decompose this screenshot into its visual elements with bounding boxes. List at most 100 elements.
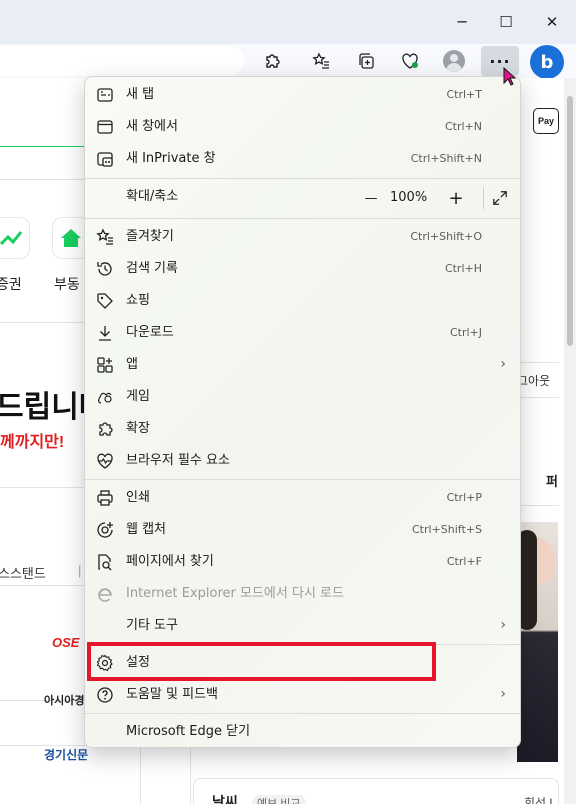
news-photo[interactable] <box>517 522 558 762</box>
scrollbar-thumb[interactable] <box>567 96 573 346</box>
logout-link[interactable]: 그아웃 <box>517 372 550 389</box>
web-capture-icon <box>96 521 114 539</box>
menu-label: 페이지에서 찾기 <box>126 554 214 569</box>
maximize-button[interactable]: ☐ <box>491 8 521 36</box>
menu-label: Microsoft Edge 닫기 <box>126 724 251 739</box>
menu-item-new-inprivate[interactable]: 새 InPrivate 창 Ctrl+Shift+N <box>85 144 520 174</box>
menu-separator <box>85 178 520 179</box>
weather-badge[interactable]: 예보 비교 <box>252 795 306 804</box>
copilot-icon: b <box>540 51 554 73</box>
divider <box>519 505 559 506</box>
menu-label: 새 창에서 <box>126 119 178 134</box>
menu-label: 기타 도구 <box>126 618 178 633</box>
tab-label[interactable]: 퍼 <box>546 471 558 490</box>
favorites-icon <box>96 228 114 246</box>
chevron-right-icon: › <box>500 617 506 633</box>
close-icon: ✕ <box>545 13 559 31</box>
menu-item-web-capture[interactable]: 웹 캡처 Ctrl+Shift+S <box>85 515 520 545</box>
inprivate-icon <box>96 150 114 168</box>
menu-item-extensions[interactable]: 확장 <box>85 414 520 444</box>
plus-icon: + <box>448 187 464 209</box>
naver-pay-icon[interactable]: Pay <box>533 108 559 134</box>
minimize-button[interactable]: ─ <box>447 8 477 36</box>
profile-avatar[interactable] <box>443 50 465 72</box>
weather-right: 회선 L <box>524 796 557 804</box>
star-list-icon <box>312 52 329 69</box>
menu-item-browser-essentials[interactable]: 브라우저 필수 요소 <box>85 446 520 476</box>
menu-separator <box>85 713 520 714</box>
menu-item-history[interactable]: 검색 기록 Ctrl+H <box>85 254 520 284</box>
menu-label: 확장 <box>126 421 150 436</box>
extensions-button[interactable] <box>258 48 286 74</box>
menu-item-games[interactable]: 게임 <box>85 382 520 412</box>
menu-shortcut: Ctrl+P <box>446 491 482 504</box>
menu-label: 브라우저 필수 요소 <box>126 453 230 468</box>
menu-label: 인쇄 <box>126 490 150 505</box>
menu-item-print[interactable]: 인쇄 Ctrl+P <box>85 483 520 513</box>
divider <box>0 179 86 180</box>
zoom-divider <box>483 187 484 209</box>
menu-label: 확대/축소 <box>126 189 179 204</box>
divider <box>0 487 86 488</box>
menu-item-shopping[interactable]: 쇼핑 <box>85 286 520 316</box>
shopping-tag-icon <box>96 292 114 310</box>
minus-icon: — <box>364 190 378 206</box>
menu-item-apps[interactable]: 앱 › <box>85 350 520 380</box>
weather-title: 날씨 <box>212 794 238 804</box>
close-button[interactable]: ✕ <box>537 8 567 36</box>
new-tab-icon <box>96 86 114 104</box>
menu-item-find-on-page[interactable]: 페이지에서 찾기 Ctrl+F <box>85 547 520 577</box>
maximize-icon: ☐ <box>499 13 513 31</box>
menu-item-more-tools[interactable]: 기타 도구 › <box>85 611 520 641</box>
collections-button[interactable] <box>352 48 380 74</box>
newsstand-sep: | <box>78 563 82 578</box>
weather-card[interactable] <box>193 778 559 804</box>
menu-item-downloads[interactable]: 다운로드 Ctrl+J <box>85 318 520 348</box>
menu-label: 새 InPrivate 창 <box>126 151 216 166</box>
divider <box>0 585 86 586</box>
stock-label[interactable]: 증권 <box>0 274 22 294</box>
chevron-right-icon: › <box>500 686 506 702</box>
menu-shortcut: Ctrl+Shift+S <box>412 523 482 536</box>
stock-tile[interactable] <box>0 217 30 259</box>
menu-item-new-window[interactable]: 새 창에서 Ctrl+N <box>85 112 520 142</box>
menu-item-favorites[interactable]: 즐겨찾기 Ctrl+Shift+O <box>85 222 520 252</box>
new-window-icon <box>96 118 114 136</box>
press-logo-2[interactable]: 아시아경 <box>44 692 84 708</box>
apps-icon <box>96 356 114 374</box>
zoom-in-button[interactable]: + <box>446 187 466 209</box>
menu-label: 도움말 및 피드백 <box>126 687 218 702</box>
chevron-right-icon: › <box>500 356 506 372</box>
download-icon <box>96 324 114 342</box>
realestate-label[interactable]: 부동 <box>54 274 80 294</box>
minimize-icon: ─ <box>457 13 467 31</box>
puzzle-icon <box>266 54 280 68</box>
menu-shortcut: Ctrl+J <box>449 326 482 339</box>
pay-label: Pay <box>537 116 554 126</box>
divider <box>0 322 86 323</box>
address-bar[interactable] <box>0 46 244 76</box>
history-icon <box>96 260 114 278</box>
menu-shortcut: Ctrl+N <box>444 120 482 133</box>
zoom-out-button[interactable]: — <box>361 188 381 208</box>
menu-label: 웹 캡처 <box>126 522 167 537</box>
copilot-button[interactable]: b <box>530 45 564 79</box>
menu-item-close-edge[interactable]: Microsoft Edge 닫기 <box>85 717 520 747</box>
favorites-button[interactable] <box>307 48 335 74</box>
menu-separator <box>85 218 520 219</box>
menu-item-new-tab[interactable]: 새 탭 Ctrl+T <box>85 80 520 110</box>
press-logo-3[interactable]: 경기신문 <box>44 746 88 763</box>
fullscreen-button[interactable] <box>490 188 510 208</box>
menu-label: 쇼핑 <box>126 293 150 308</box>
menu-label: 다운로드 <box>126 325 174 340</box>
newsstand-label[interactable]: 스스탠드 <box>0 563 46 582</box>
menu-separator <box>85 479 520 480</box>
browser-essentials-button[interactable] <box>396 48 424 74</box>
stock-chart-icon <box>0 231 22 246</box>
press-logo-1[interactable]: OSE <box>52 635 79 650</box>
search-underline <box>0 146 86 147</box>
menu-item-help-feedback[interactable]: 도움말 및 피드백 › <box>85 680 520 710</box>
ad-subheadline[interactable]: 께까지만! <box>0 428 64 452</box>
menu-label: 게임 <box>126 389 150 404</box>
collections-icon <box>359 53 374 69</box>
